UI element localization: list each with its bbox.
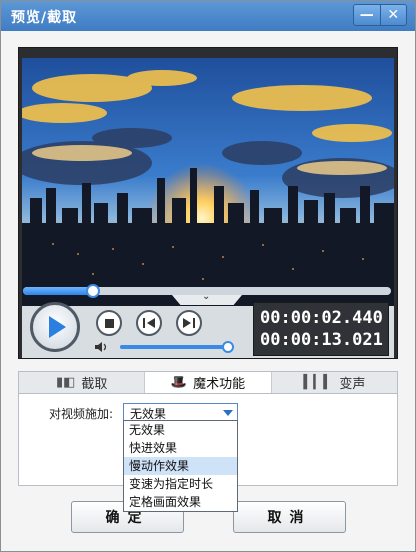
close-button[interactable]: ✕ [379, 5, 407, 25]
volume-handle[interactable] [222, 341, 234, 353]
effect-select[interactable]: 无效果 [123, 403, 238, 421]
function-panel: ▮◧ 截取 🎩 魔术功能 ▍▎▍ 变声 对视频施加: 无效果 无效果 快进效果 … [18, 371, 398, 512]
effect-option-speed-to-duration[interactable]: 变速为指定时长 [124, 475, 237, 493]
previous-frame-button[interactable] [136, 310, 162, 336]
stop-icon [104, 318, 114, 328]
tab-label: 截取 [81, 377, 108, 392]
effect-option-none[interactable]: 无效果 [124, 421, 237, 439]
next-frame-button[interactable] [176, 310, 202, 336]
tab-magic-functions[interactable]: 🎩 魔术功能 [144, 372, 271, 393]
window-title: 预览/截取 [11, 10, 78, 26]
video-player: ⌄ 00:00:02.440 00:00:13.021 [18, 47, 398, 359]
player-controls: 00:00:02.440 00:00:13.021 [22, 302, 394, 358]
tab-label: 变声 [339, 377, 366, 392]
minimize-button[interactable]: — [354, 5, 380, 25]
effect-option-slow-motion[interactable]: 慢动作效果 [124, 457, 237, 475]
progress-fill [23, 287, 93, 295]
apply-to-video-label: 对视频施加: [49, 407, 114, 421]
function-tabs: ▮◧ 截取 🎩 魔术功能 ▍▎▍ 变声 [19, 372, 397, 394]
tab-capture[interactable]: ▮◧ 截取 [19, 372, 144, 393]
effect-option-freeze-frame[interactable]: 定格画面效果 [124, 493, 237, 511]
stop-button[interactable] [96, 310, 122, 336]
volume-fill [120, 345, 228, 349]
time-display: 00:00:02.440 00:00:13.021 [253, 302, 389, 356]
tab-label: 魔术功能 [193, 377, 246, 392]
title-bar[interactable]: 预览/截取 — ✕ [1, 1, 415, 31]
tab-voice-change[interactable]: ▍▎▍ 变声 [270, 372, 397, 393]
total-time: 00:00:13.021 [260, 330, 383, 350]
audio-wave-icon: ▍▎▍ [303, 375, 334, 390]
current-time: 00:00:02.440 [260, 308, 383, 328]
volume-icon[interactable] [94, 341, 110, 356]
cancel-button[interactable]: 取消 [233, 501, 346, 533]
previous-frame-icon [143, 318, 155, 328]
collapse-toggle[interactable]: ⌄ [172, 295, 242, 305]
effect-option-fast-forward[interactable]: 快进效果 [124, 439, 237, 457]
video-preview[interactable] [22, 58, 394, 319]
window-controls: — ✕ [353, 4, 407, 26]
playback-progress-bar[interactable] [23, 284, 391, 298]
volume-slider[interactable] [120, 341, 234, 353]
play-button[interactable] [30, 302, 80, 352]
chevron-down-icon [223, 410, 233, 416]
effect-select-value: 无效果 [130, 407, 167, 421]
play-icon [49, 316, 66, 338]
film-clip-icon: ▮◧ [55, 375, 76, 390]
magic-hat-icon: 🎩 [170, 375, 188, 390]
preview-capture-dialog: 预览/截取 — ✕ ⌄ 00:00:02.440 00:00:13.021 ▮◧… [0, 0, 416, 552]
effect-dropdown-list: 无效果 快进效果 慢动作效果 变速为指定时长 定格画面效果 [123, 420, 238, 512]
next-frame-icon [183, 318, 195, 328]
progress-handle[interactable] [85, 284, 100, 298]
video-frame-image [22, 58, 394, 319]
